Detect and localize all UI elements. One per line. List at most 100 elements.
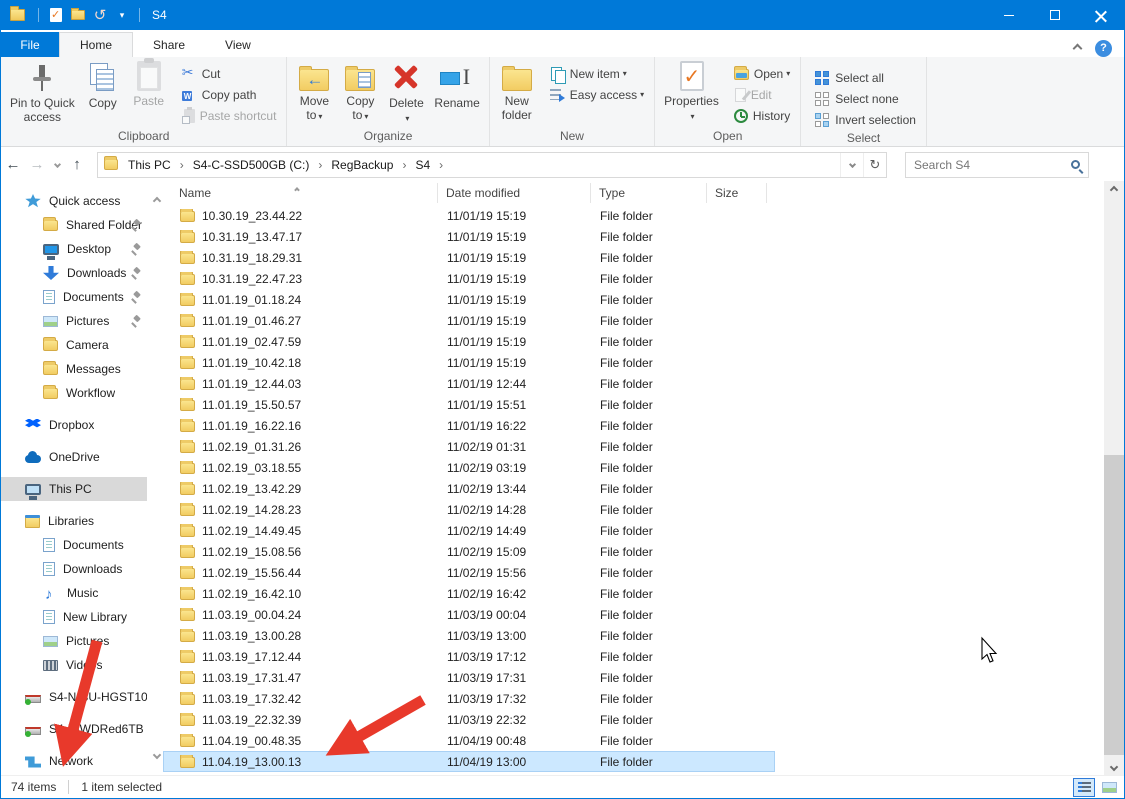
sidebar-scroll-up-button[interactable] [154,191,160,209]
copy-to-button[interactable]: Copy to▾ [337,59,383,126]
search-input[interactable] [914,158,1071,172]
file-row[interactable]: 11.02.19_15.56.4411/02/19 15:56File fold… [163,562,775,583]
maximize-button[interactable] [1032,0,1078,30]
history-button[interactable]: History [730,105,794,126]
file-row[interactable]: 11.02.19_16.42.1011/02/19 16:42File fold… [163,583,775,604]
column-header-type[interactable]: Type [591,183,707,203]
file-row[interactable]: 11.01.19_10.42.1811/01/19 15:19File fold… [163,352,775,373]
sidebar-item-documents[interactable]: Documents [1,285,147,309]
help-button[interactable]: ? [1095,40,1112,57]
file-row[interactable]: 10.31.19_22.47.2311/01/19 15:19File fold… [163,268,775,289]
sidebar-item-messages[interactable]: Messages [1,357,147,381]
sidebar-item-quick-access[interactable]: Quick access [1,189,147,213]
file-row[interactable]: 11.01.19_12.44.0311/01/19 12:44File fold… [163,373,775,394]
new-folder-button[interactable]: New folder [494,59,540,124]
sidebar-item-downloads[interactable]: Downloads [1,557,147,581]
easy-access-button[interactable]: Easy access▾ [546,84,648,105]
file-row[interactable]: 11.01.19_15.50.5711/01/19 15:51File fold… [163,394,775,415]
sidebar-item-new-library[interactable]: New Library [1,605,147,629]
file-row[interactable]: 11.03.19_00.04.2411/03/19 00:04File fold… [163,604,775,625]
sidebar-item-music[interactable]: Music [1,581,147,605]
qat-undo-button[interactable]: ↺ [89,4,111,26]
sidebar-item-workflow[interactable]: Workflow [1,381,147,405]
sidebar-item-downloads[interactable]: Downloads [1,261,147,285]
file-row[interactable]: 11.03.19_13.00.2811/03/19 13:00File fold… [163,625,775,646]
sidebar-item-s4-e-wdred6tb[interactable]: S4-E-WDRed6TB ( [1,717,147,741]
forward-button[interactable]: → [25,156,49,173]
move-to-button[interactable]: Move to▾ [291,59,337,126]
sidebar-item-this-pc[interactable]: This PC [1,477,147,501]
list-scrollbar[interactable] [1104,181,1124,775]
rename-button[interactable]: Rename [429,59,484,112]
file-row[interactable]: 10.31.19_13.47.1711/01/19 15:19File fold… [163,226,775,247]
column-header-size[interactable]: Size [707,183,767,203]
qat-properties-button[interactable] [45,4,67,26]
select-none-button[interactable]: Select none [811,88,920,109]
copy-path-button[interactable]: Copy path [178,84,281,105]
paste-button[interactable]: Paste [126,59,172,110]
copy-button[interactable]: Copy [80,59,126,112]
sidebar-item-s4-n-bu-hgst10t[interactable]: S4-N-BU-HGST10T [1,685,147,709]
breadcrumb-segment-s4[interactable]: S4 [413,158,432,172]
file-row[interactable]: 11.03.19_22.32.3911/03/19 22:32File fold… [163,709,775,730]
file-row[interactable]: 11.04.19_13.00.1311/04/19 13:00File fold… [163,751,775,772]
sidebar-item-libraries[interactable]: Libraries [1,509,147,533]
file-row[interactable]: 11.03.19_17.32.4211/03/19 17:32File fold… [163,688,775,709]
invert-selection-button[interactable]: Invert selection [811,109,920,130]
qat-new-folder-button[interactable] [67,4,89,26]
pin-button[interactable]: Pin to Quick access [5,59,80,126]
file-row[interactable]: 11.02.19_03.18.5511/02/19 03:19File fold… [163,457,775,478]
scroll-down-button[interactable] [1104,758,1124,775]
sidebar-item-pictures[interactable]: Pictures [1,629,147,653]
tab-file[interactable]: File [1,32,59,57]
select-all-button[interactable]: Select all [811,67,920,88]
sidebar-item-desktop[interactable]: Desktop [1,237,147,261]
scroll-up-button[interactable] [1104,181,1124,198]
address-dropdown-button[interactable] [840,153,863,177]
minimize-button[interactable] [986,0,1032,30]
sidebar-item-documents[interactable]: Documents [1,533,147,557]
breadcrumb-segment-this-pc[interactable]: This PC [126,158,173,172]
large-icons-view-button[interactable] [1098,778,1120,797]
sidebar-item-shared-folder[interactable]: Shared Folder [1,213,147,237]
file-row[interactable]: 11.01.19_16.22.1611/01/19 16:22File fold… [163,415,775,436]
address-bar[interactable]: This PC›S4-C-SSD500GB (C:)›RegBackup›S4›… [97,152,887,178]
file-row[interactable]: 11.01.19_01.46.2711/01/19 15:19File fold… [163,310,775,331]
file-row[interactable]: 11.01.19_01.18.2411/01/19 15:19File fold… [163,289,775,310]
file-row[interactable]: 11.02.19_14.28.2311/02/19 14:28File fold… [163,499,775,520]
tab-view[interactable]: View [205,32,271,57]
file-row[interactable]: 10.30.19_23.44.2211/01/19 15:19File fold… [163,205,775,226]
back-button[interactable]: ← [1,156,25,173]
sidebar-item-camera[interactable]: Camera [1,333,147,357]
sidebar-scroll-down-button[interactable] [154,745,160,763]
recent-locations-button[interactable] [49,162,65,167]
file-row[interactable]: 11.02.19_01.31.2611/02/19 01:31File fold… [163,436,775,457]
breadcrumb-segment-s4-c-ssd500gb-c[interactable]: S4-C-SSD500GB (C:) [191,158,312,172]
column-header-date-modified[interactable]: Date modified [438,183,591,203]
tab-home[interactable]: Home [59,32,133,57]
file-row[interactable]: 11.03.19_17.12.4411/03/19 17:12File fold… [163,646,775,667]
file-row[interactable]: 11.02.19_15.08.5611/02/19 15:09File fold… [163,541,775,562]
details-view-button[interactable] [1073,778,1095,797]
sidebar-item-onedrive[interactable]: OneDrive [1,445,147,469]
column-header-name[interactable]: Name [171,183,438,203]
new-item-button[interactable]: New item▾ [546,63,648,84]
collapse-ribbon-button[interactable] [1074,39,1081,57]
file-row[interactable]: 11.04.19_00.48.3511/04/19 00:48File fold… [163,730,775,751]
delete-button[interactable]: Delete ▾ [383,59,429,128]
breadcrumb-segment-regbackup[interactable]: RegBackup [329,158,395,172]
up-button[interactable]: ↑ [65,156,89,173]
file-row[interactable]: 11.01.19_02.47.5911/01/19 15:19File fold… [163,331,775,352]
file-row[interactable]: 10.31.19_18.29.3111/01/19 15:19File fold… [163,247,775,268]
title-bar[interactable]: ↺ ▾ S4 [1,0,1124,30]
sidebar-item-network[interactable]: Network [1,749,147,773]
edit-button[interactable]: Edit [730,84,794,105]
open-button[interactable]: Open▾ [730,63,794,84]
file-row[interactable]: 11.02.19_14.49.4511/02/19 14:49File fold… [163,520,775,541]
sidebar-item-dropbox[interactable]: Dropbox [1,413,147,437]
refresh-button[interactable]: ↻ [863,153,886,177]
sidebar-item-pictures[interactable]: Pictures [1,309,147,333]
properties-button[interactable]: Properties ▾ [659,59,724,126]
file-row[interactable]: 11.02.19_13.42.2911/02/19 13:44File fold… [163,478,775,499]
sidebar-item-videos[interactable]: Videos [1,653,147,677]
